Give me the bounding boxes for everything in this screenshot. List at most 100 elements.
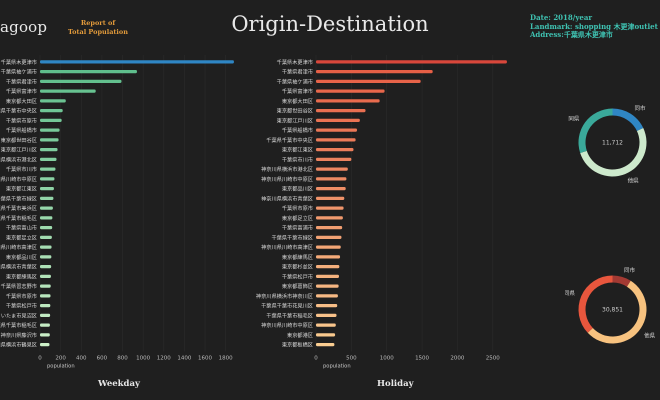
bar bbox=[40, 99, 66, 103]
holiday-bar-chart: 0 500 1000 1500 2000 2500 千葉県木更津市千葉県君津市千葉県袖ケ浦市… bbox=[256, 55, 507, 370]
category-label: 東京都足立区 bbox=[282, 214, 313, 222]
x-axis-label: population bbox=[47, 364, 75, 370]
report-line-2: Total Population bbox=[68, 28, 128, 36]
bar bbox=[316, 177, 347, 181]
category-label: 千葉県千葉市稲毛区 bbox=[0, 321, 37, 329]
bar bbox=[40, 216, 53, 220]
x-tick-label: 0 bbox=[314, 356, 318, 362]
bar bbox=[40, 284, 51, 288]
category-label: 東京都葛飾区 bbox=[282, 282, 313, 290]
donut-slice-label: 同市 bbox=[634, 104, 646, 112]
x-tick-label: 200 bbox=[55, 356, 66, 362]
bar bbox=[316, 109, 366, 113]
x-tick-label: 0 bbox=[38, 356, 42, 362]
bar bbox=[316, 167, 348, 171]
logo: agoop bbox=[0, 18, 48, 36]
x-tick-label: 1400 bbox=[177, 356, 191, 362]
bar bbox=[40, 226, 53, 230]
bar bbox=[316, 343, 335, 347]
x-tick-label: 500 bbox=[346, 356, 357, 362]
category-label: 千葉県市原市 bbox=[282, 204, 313, 212]
bar bbox=[40, 265, 52, 269]
bar bbox=[40, 128, 60, 132]
category-label: 千葉県袖ケ浦市 bbox=[1, 68, 37, 76]
category-label: 千葉県富浦市 bbox=[282, 224, 313, 232]
x-tick-label: 1800 bbox=[219, 356, 233, 362]
category-label: 東京都世田谷区 bbox=[1, 136, 37, 144]
bar bbox=[316, 157, 352, 161]
donut-slice-label: 他県 bbox=[628, 177, 640, 185]
x-tick-label: 1200 bbox=[157, 356, 171, 362]
category-label: 千葉県袖ケ浦市 bbox=[277, 77, 313, 85]
bar bbox=[40, 138, 59, 142]
category-label: 東京都品川区 bbox=[6, 253, 37, 261]
category-label: 千葉県市川市 bbox=[282, 155, 313, 163]
bar bbox=[40, 148, 58, 152]
category-label: 東京都大田区 bbox=[6, 97, 37, 105]
bar bbox=[316, 89, 385, 93]
category-label: 東京都杉並区 bbox=[282, 263, 313, 271]
bar bbox=[316, 294, 338, 298]
bar bbox=[316, 313, 337, 317]
bar bbox=[40, 167, 56, 171]
category-label: 東京都江戸川区 bbox=[1, 146, 37, 154]
bar bbox=[40, 70, 137, 74]
category-label: 神奈川県横浜市青葉区 bbox=[261, 194, 313, 202]
bar bbox=[40, 294, 51, 298]
bar bbox=[40, 206, 53, 210]
category-label: 神奈川県横浜市港北区 bbox=[0, 155, 37, 163]
x-tick-label: 800 bbox=[117, 356, 128, 362]
category-label: 千葉県船橋市 bbox=[6, 126, 37, 134]
category-label: 千葉県松戸市 bbox=[282, 272, 313, 280]
category-label: 東京都江東区 bbox=[6, 185, 37, 193]
bar bbox=[316, 265, 340, 269]
bar bbox=[40, 255, 52, 259]
category-label: さいたま市見沼区 bbox=[0, 311, 37, 319]
bar bbox=[40, 187, 54, 191]
bar bbox=[40, 274, 51, 278]
category-label: 千葉県船橋市 bbox=[282, 126, 313, 134]
category-label: 千葉県木更津市 bbox=[1, 58, 37, 66]
bar bbox=[316, 128, 358, 132]
category-label: 神奈川県横浜市鶴見区 bbox=[0, 341, 37, 349]
bar bbox=[316, 235, 342, 239]
bar bbox=[316, 216, 343, 220]
category-label: 東京都世田谷区 bbox=[277, 107, 313, 115]
category-label: 神奈川県川崎市高津区 bbox=[0, 243, 37, 251]
address-text: Address:千葉県木更津市 bbox=[530, 30, 613, 40]
page-title: Origin-Destination bbox=[231, 12, 429, 36]
category-label: 東京都江東区 bbox=[282, 146, 313, 154]
bar bbox=[316, 304, 338, 308]
bar bbox=[40, 177, 55, 181]
bar bbox=[40, 157, 57, 161]
category-label: 千葉県富津市 bbox=[6, 87, 37, 95]
bar bbox=[40, 323, 50, 327]
x-tick-label: 1500 bbox=[415, 356, 429, 362]
bar bbox=[316, 255, 341, 259]
bar bbox=[316, 70, 433, 74]
x-tick-label: 2000 bbox=[450, 356, 464, 362]
category-label: 東京都板橋区 bbox=[282, 341, 313, 349]
category-label: 東京都練馬区 bbox=[6, 272, 37, 280]
bar bbox=[316, 284, 339, 288]
bar bbox=[316, 274, 339, 278]
donut-slice-label: 同県 bbox=[568, 115, 580, 122]
category-label: 東京都足立区 bbox=[6, 233, 37, 241]
bar bbox=[40, 304, 51, 308]
category-label: 千葉県千葉市中央区 bbox=[0, 107, 37, 115]
bar bbox=[40, 343, 50, 347]
x-tick-label: 2500 bbox=[486, 356, 500, 362]
bar bbox=[316, 226, 343, 230]
info-block: Date: 2018/year Landmark: shopping 木更津ou… bbox=[530, 13, 658, 40]
category-label: 神奈川県川崎市高津区 bbox=[261, 243, 313, 251]
bar bbox=[316, 333, 336, 337]
bar bbox=[40, 313, 51, 317]
donut-slice bbox=[612, 275, 631, 287]
x-axis-label: population bbox=[323, 364, 351, 370]
category-label: 神奈川県横浜市港北区 bbox=[261, 165, 313, 173]
category-label: 千葉県市原市 bbox=[6, 116, 37, 124]
bar bbox=[316, 206, 344, 210]
holiday-donut-chart: 同市他県 同県 30,851 bbox=[565, 266, 656, 344]
category-label: 千葉県千葉市中央区 bbox=[266, 136, 313, 144]
bar bbox=[40, 60, 234, 64]
